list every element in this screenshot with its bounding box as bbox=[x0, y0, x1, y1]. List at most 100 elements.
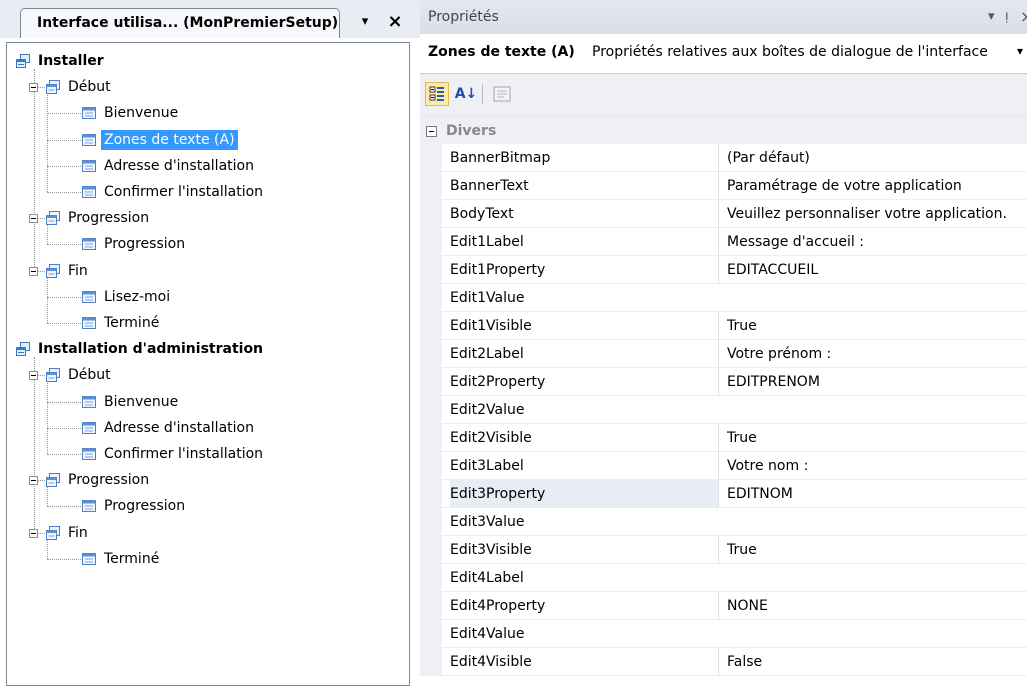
tree-dialog-node[interactable]: Progression bbox=[7, 232, 407, 256]
document-tab-strip: Interface utilisa... (MonPremierSetup) ▾… bbox=[0, 0, 420, 38]
property-row[interactable]: Edit2Property EDITPRENOM bbox=[420, 368, 1027, 396]
property-name[interactable]: Edit3Label bbox=[450, 452, 718, 480]
property-name[interactable]: Edit1Label bbox=[450, 228, 718, 256]
tree-group-node[interactable]: Progression bbox=[7, 468, 407, 492]
dialog-stack-icon bbox=[15, 341, 31, 357]
property-row[interactable]: Edit4Label bbox=[420, 564, 1027, 592]
tree-dialog-node[interactable]: Bienvenue bbox=[7, 101, 407, 125]
row-gutter bbox=[420, 228, 442, 256]
property-row[interactable]: Edit1Value bbox=[420, 284, 1027, 312]
tree-group-node[interactable]: Progression bbox=[7, 206, 407, 230]
property-value[interactable]: EDITPRENOM bbox=[718, 368, 1027, 396]
tree-root-node[interactable]: Installation d'administration bbox=[7, 337, 407, 361]
property-value[interactable]: Votre nom : bbox=[718, 452, 1027, 480]
tree-dialog-node[interactable]: Adresse d'installation bbox=[7, 154, 407, 178]
property-value[interactable]: Veuillez personnaliser votre application… bbox=[718, 200, 1027, 228]
tree-dialog-node[interactable]: Terminé bbox=[7, 311, 407, 335]
close-tab-icon[interactable]: × bbox=[385, 12, 405, 32]
property-row[interactable]: Edit3Label Votre nom : bbox=[420, 452, 1027, 480]
property-name[interactable]: Edit1Visible bbox=[450, 312, 718, 340]
property-row[interactable]: Edit3Value bbox=[420, 508, 1027, 536]
property-name[interactable]: BannerText bbox=[450, 172, 718, 200]
tree-node-label: Terminé bbox=[104, 315, 160, 331]
property-name[interactable]: Edit3Property bbox=[450, 480, 718, 508]
property-name[interactable]: BannerBitmap bbox=[450, 144, 718, 172]
property-value[interactable]: Paramétrage de votre application bbox=[718, 172, 1027, 200]
property-row[interactable]: Edit4Visible False bbox=[420, 648, 1027, 676]
tree-group-node[interactable]: Début bbox=[7, 75, 407, 99]
alphabetical-sort-icon[interactable]: A↓ bbox=[454, 82, 478, 106]
property-row[interactable]: Edit2Visible True bbox=[420, 424, 1027, 452]
property-name[interactable]: Edit4Value bbox=[450, 620, 718, 648]
document-tab[interactable]: Interface utilisa... (MonPremierSetup) bbox=[20, 8, 340, 38]
property-value[interactable]: Votre prénom : bbox=[718, 340, 1027, 368]
tree-dialog-node[interactable]: Lisez-moi bbox=[7, 285, 407, 309]
property-name[interactable]: Edit4Label bbox=[450, 564, 718, 592]
property-row[interactable]: BodyText Veuillez personnaliser votre app… bbox=[420, 200, 1027, 228]
tree-dialog-node[interactable]: Bienvenue bbox=[7, 390, 407, 414]
window-options-dropdown-icon[interactable]: ▾ bbox=[988, 0, 995, 34]
collapse-icon[interactable] bbox=[29, 214, 38, 224]
property-value[interactable]: EDITNOM bbox=[718, 480, 1027, 508]
property-name[interactable]: Edit1Value bbox=[450, 284, 718, 312]
tree-dialog-node[interactable]: Confirmer l'installation bbox=[7, 180, 407, 204]
tree-dialog-node[interactable]: Zones de texte (A) bbox=[7, 128, 407, 152]
property-name[interactable]: Edit4Property bbox=[450, 592, 718, 620]
close-icon[interactable]: × bbox=[1020, 0, 1027, 34]
tab-list-dropdown-icon[interactable]: ▾ bbox=[355, 12, 375, 32]
property-row[interactable]: Edit1Label Message d'accueil : bbox=[420, 228, 1027, 256]
collapse-icon[interactable] bbox=[29, 266, 38, 276]
property-name[interactable]: Edit2Value bbox=[450, 396, 718, 424]
dialog-icon bbox=[81, 315, 97, 331]
selected-object-name: Zones de texte (A) bbox=[428, 44, 575, 60]
property-name[interactable]: Edit2Label bbox=[450, 340, 718, 368]
property-value[interactable]: Message d'accueil : bbox=[718, 228, 1027, 256]
property-row[interactable]: Edit1Visible True bbox=[420, 312, 1027, 340]
property-row[interactable]: Edit3Visible True bbox=[420, 536, 1027, 564]
property-row[interactable]: Edit1Property EDITACCUEIL bbox=[420, 256, 1027, 284]
tree-dialog-node[interactable]: Adresse d'installation bbox=[7, 416, 407, 440]
property-value[interactable]: True bbox=[718, 424, 1027, 452]
property-value[interactable]: True bbox=[718, 536, 1027, 564]
category-row[interactable]: Divers bbox=[420, 118, 1027, 144]
row-gutter bbox=[420, 368, 442, 396]
dialog-tree-view[interactable]: Installer Début Bienvenue Zones de texte (A… bbox=[6, 42, 410, 686]
object-selector-dropdown-icon[interactable]: ▾ bbox=[1017, 44, 1023, 58]
property-name[interactable]: Edit1Property bbox=[450, 256, 718, 284]
categorized-view-icon[interactable] bbox=[425, 82, 449, 106]
property-value[interactable]: True bbox=[718, 312, 1027, 340]
tree-dialog-node[interactable]: Terminé bbox=[7, 547, 407, 571]
property-row[interactable]: Edit4Property NONE bbox=[420, 592, 1027, 620]
property-value[interactable]: NONE bbox=[718, 592, 1027, 620]
property-row[interactable]: Edit3Property EDITNOM bbox=[420, 480, 1027, 508]
pin-icon[interactable]: ᴉ bbox=[1005, 0, 1009, 34]
tree-dialog-node[interactable]: Progression bbox=[7, 494, 407, 518]
tree-group-node[interactable]: Fin bbox=[7, 521, 407, 545]
property-value[interactable]: False bbox=[718, 648, 1027, 676]
property-value[interactable]: (Par défaut) bbox=[718, 144, 1027, 172]
tree-dialog-node[interactable]: Confirmer l'installation bbox=[7, 442, 407, 466]
collapse-icon[interactable] bbox=[29, 528, 38, 538]
property-row[interactable]: BannerText Paramétrage de votre applicati… bbox=[420, 172, 1027, 200]
dialog-icon bbox=[81, 446, 97, 462]
collapse-icon[interactable] bbox=[29, 371, 38, 381]
tree-root-node[interactable]: Installer bbox=[7, 49, 407, 73]
property-row[interactable]: BannerBitmap (Par défaut) bbox=[420, 144, 1027, 172]
property-row[interactable]: Edit2Label Votre prénom : bbox=[420, 340, 1027, 368]
collapse-icon[interactable] bbox=[426, 126, 437, 137]
tree-group-node[interactable]: Fin bbox=[7, 259, 407, 283]
property-name[interactable]: Edit2Visible bbox=[450, 424, 718, 452]
tree-group-node[interactable]: Début bbox=[7, 363, 407, 387]
property-row[interactable]: Edit2Value bbox=[420, 396, 1027, 424]
property-row[interactable]: Edit4Value bbox=[420, 620, 1027, 648]
property-name[interactable]: Edit4Visible bbox=[450, 648, 718, 676]
collapse-icon[interactable] bbox=[29, 476, 38, 486]
property-value[interactable]: EDITACCUEIL bbox=[718, 256, 1027, 284]
property-name[interactable]: Edit3Visible bbox=[450, 536, 718, 564]
property-name[interactable]: Edit3Value bbox=[450, 508, 718, 536]
object-selector[interactable]: Zones de texte (A) Propriétés relatives … bbox=[420, 34, 1027, 74]
property-name[interactable]: Edit2Property bbox=[450, 368, 718, 396]
property-name[interactable]: BodyText bbox=[450, 200, 718, 228]
property-pages-icon[interactable] bbox=[490, 82, 514, 106]
collapse-icon[interactable] bbox=[29, 83, 38, 93]
